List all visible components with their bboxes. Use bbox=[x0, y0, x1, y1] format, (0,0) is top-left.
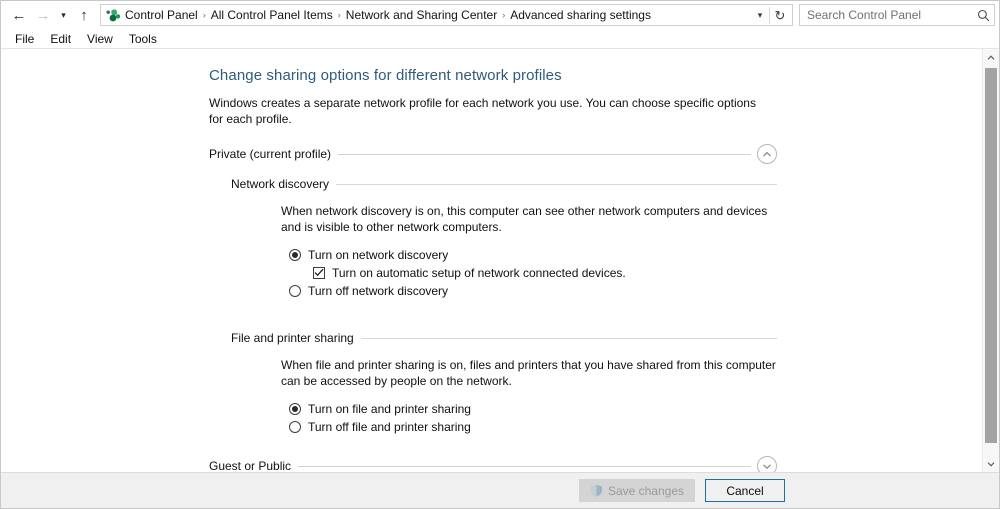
forward-arrow-icon: → bbox=[31, 3, 55, 27]
uac-shield-icon bbox=[590, 484, 604, 498]
radio-icon[interactable] bbox=[289, 249, 301, 261]
radio-row-turn-on-network-discovery[interactable]: Turn on network discovery bbox=[289, 246, 966, 263]
menu-item-edit[interactable]: Edit bbox=[42, 31, 79, 47]
section-header-network-discovery: Network discovery bbox=[231, 174, 777, 194]
radio-icon[interactable] bbox=[289, 285, 301, 297]
header-rule bbox=[338, 154, 751, 155]
breadcrumb: Control Panel › All Control Panel Items … bbox=[122, 6, 751, 24]
vertical-scrollbar[interactable] bbox=[982, 49, 999, 472]
dialog-button-bar: Save changes Cancel bbox=[1, 472, 999, 508]
section-description-network-discovery: When network discovery is on, this compu… bbox=[281, 203, 786, 235]
menu-bar: File Edit View Tools bbox=[1, 29, 999, 49]
radio-row-turn-off-network-discovery[interactable]: Turn off network discovery bbox=[289, 282, 966, 299]
header-rule bbox=[298, 466, 751, 467]
breadcrumb-item-3[interactable]: Advanced sharing settings bbox=[507, 6, 654, 24]
scrollbar-thumb[interactable] bbox=[985, 68, 997, 443]
control-panel-window: ← → ▾ ↑ Control Panel › All Contro bbox=[0, 0, 1000, 509]
checkbox-row-automatic-setup[interactable]: Turn on automatic setup of network conne… bbox=[313, 264, 966, 281]
settings-pane: Change sharing options for different net… bbox=[1, 49, 982, 472]
breadcrumb-separator: › bbox=[201, 10, 208, 20]
chevron-up-icon[interactable] bbox=[757, 144, 777, 164]
radio-icon[interactable] bbox=[289, 403, 301, 415]
profile-name-private: Private (current profile) bbox=[209, 147, 338, 161]
section-header-file-printer-sharing: File and printer sharing bbox=[231, 328, 777, 348]
search-box[interactable] bbox=[799, 4, 995, 26]
profile-header-private[interactable]: Private (current profile) bbox=[209, 143, 777, 165]
up-arrow-icon[interactable]: ↑ bbox=[72, 3, 96, 27]
content-area: Change sharing options for different net… bbox=[1, 49, 999, 472]
menu-item-tools[interactable]: Tools bbox=[121, 31, 165, 47]
profile-group-private: Private (current profile) Network discov… bbox=[209, 143, 966, 435]
scroll-up-arrow-icon[interactable] bbox=[983, 49, 999, 66]
breadcrumb-separator: › bbox=[336, 10, 343, 20]
header-rule bbox=[336, 184, 777, 185]
save-changes-label: Save changes bbox=[608, 484, 684, 498]
section-name-file-printer-sharing: File and printer sharing bbox=[231, 331, 361, 345]
option-list-file-printer-sharing: Turn on file and printer sharing Turn of… bbox=[289, 400, 966, 435]
radio-row-turn-off-file-printer-sharing[interactable]: Turn off file and printer sharing bbox=[289, 418, 966, 435]
menu-item-file[interactable]: File bbox=[7, 31, 42, 47]
breadcrumb-item-1[interactable]: All Control Panel Items bbox=[208, 6, 336, 24]
breadcrumb-item-0[interactable]: Control Panel bbox=[122, 6, 201, 24]
save-changes-button: Save changes bbox=[579, 479, 695, 502]
network-icon bbox=[105, 7, 122, 23]
section-name-network-discovery: Network discovery bbox=[231, 177, 336, 191]
breadcrumb-item-2[interactable]: Network and Sharing Center bbox=[343, 6, 500, 24]
navigation-bar: ← → ▾ ↑ Control Panel › All Contro bbox=[1, 1, 999, 29]
page-title: Change sharing options for different net… bbox=[209, 67, 966, 84]
page-description: Windows creates a separate network profi… bbox=[209, 95, 757, 127]
profile-body-private: Network discovery When network discovery… bbox=[209, 174, 966, 435]
scrollbar-track[interactable] bbox=[983, 66, 999, 455]
search-icon[interactable] bbox=[972, 9, 994, 22]
radio-icon[interactable] bbox=[289, 421, 301, 433]
profile-group-guest-or-public: Guest or Public bbox=[209, 455, 966, 472]
option-label: Turn on file and printer sharing bbox=[301, 402, 471, 416]
address-bar[interactable]: Control Panel › All Control Panel Items … bbox=[100, 4, 793, 26]
header-rule bbox=[361, 338, 777, 339]
scroll-down-arrow-icon[interactable] bbox=[983, 455, 999, 472]
cancel-label: Cancel bbox=[726, 484, 763, 498]
option-label: Turn off network discovery bbox=[301, 284, 448, 298]
search-input[interactable] bbox=[800, 8, 972, 22]
radio-row-turn-on-file-printer-sharing[interactable]: Turn on file and printer sharing bbox=[289, 400, 966, 417]
menu-item-view[interactable]: View bbox=[79, 31, 121, 47]
checkbox-icon[interactable] bbox=[313, 267, 325, 279]
option-label: Turn off file and printer sharing bbox=[301, 420, 471, 434]
cancel-button[interactable]: Cancel bbox=[705, 479, 785, 502]
option-list-network-discovery: Turn on network discovery Turn on automa… bbox=[289, 246, 966, 299]
option-label: Turn on automatic setup of network conne… bbox=[325, 266, 626, 280]
profile-header-guest-or-public[interactable]: Guest or Public bbox=[209, 455, 777, 472]
option-label: Turn on network discovery bbox=[301, 248, 448, 262]
back-arrow-icon[interactable]: ← bbox=[7, 3, 31, 27]
chevron-down-icon[interactable]: ▾ bbox=[751, 10, 769, 21]
refresh-icon[interactable]: ↻ bbox=[770, 9, 790, 22]
section-description-file-printer-sharing: When file and printer sharing is on, fil… bbox=[281, 357, 786, 389]
profile-name-guest-or-public: Guest or Public bbox=[209, 459, 298, 472]
breadcrumb-separator: › bbox=[500, 10, 507, 20]
recent-locations-chevron-icon[interactable]: ▾ bbox=[55, 3, 72, 27]
chevron-down-icon[interactable] bbox=[757, 456, 777, 472]
